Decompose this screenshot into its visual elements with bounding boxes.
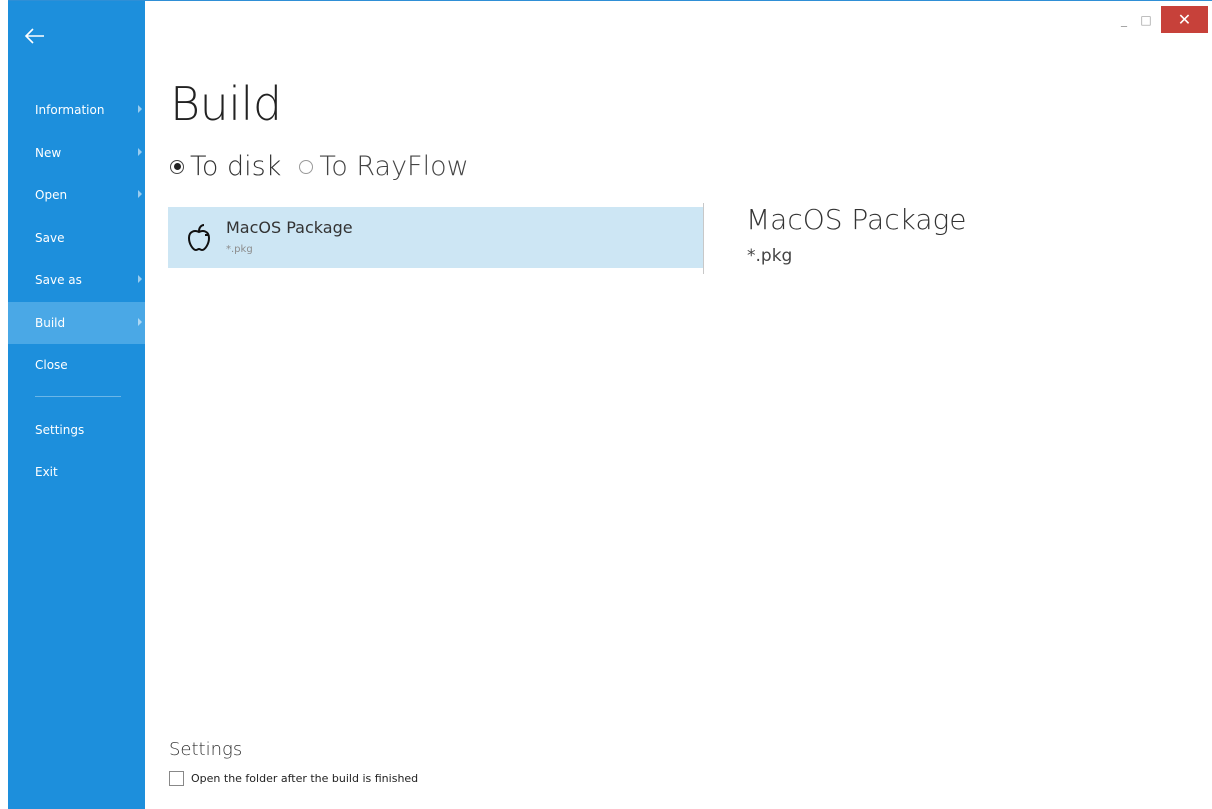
page-title: Build	[170, 77, 282, 131]
chevron-right-icon	[138, 190, 142, 198]
sidebar-item-save[interactable]: Save	[8, 217, 145, 260]
sidebar-item-build[interactable]: Build	[8, 301, 145, 344]
chevron-right-icon	[138, 147, 142, 156]
detail-extension: *.pkg	[747, 246, 793, 266]
settings-title: Settings	[169, 739, 243, 760]
radio-to-disk[interactable]: To disk	[170, 151, 281, 182]
radio-unselected-icon	[299, 159, 314, 174]
build-target-radio-group: To disk To RayFlow	[170, 151, 487, 182]
sidebar-divider	[35, 395, 121, 397]
sidebar-item-label: Settings	[35, 422, 85, 437]
sidebar-item-label: Save	[35, 230, 65, 245]
window-controls: _ □ ✕	[1113, 6, 1208, 33]
sidebar-item-label: Save as	[35, 273, 82, 287]
sidebar-item-close[interactable]: Close	[8, 344, 145, 387]
sidebar-item-label: New	[35, 145, 62, 160]
sidebar-item-settings[interactable]: Settings	[8, 409, 145, 452]
sidebar-item-new[interactable]: New	[8, 132, 145, 175]
back-arrow-icon[interactable]	[20, 21, 50, 51]
chevron-right-icon	[138, 275, 142, 283]
open-folder-checkbox-row[interactable]: Open the folder after the build is finis…	[169, 771, 418, 786]
radio-label: To disk	[190, 151, 282, 182]
package-extension: *.pkg	[226, 244, 253, 255]
detail-title: MacOS Package	[746, 203, 967, 236]
maximize-button[interactable]: □	[1135, 9, 1157, 31]
radio-selected-icon	[170, 159, 184, 174]
open-folder-checkbox[interactable]	[169, 771, 184, 786]
app-window: Information New Open Save Save as Build	[8, 0, 1212, 809]
open-folder-label: Open the folder after the build is finis…	[191, 772, 419, 785]
radio-to-rayflow[interactable]: To RayFlow	[299, 151, 469, 182]
sidebar-item-label: Open	[35, 188, 68, 202]
chevron-right-icon	[138, 105, 142, 113]
apple-icon	[186, 223, 212, 253]
sidebar-item-label: Exit	[35, 465, 58, 479]
sidebar-item-exit[interactable]: Exit	[8, 451, 145, 494]
list-item-macos-package[interactable]: MacOS Package *.pkg	[168, 207, 704, 268]
panel-divider	[703, 203, 704, 274]
sidebar-item-label: Information	[35, 103, 105, 117]
sidebar: Information New Open Save Save as Build	[8, 1, 145, 809]
sidebar-item-information[interactable]: Information	[8, 89, 145, 132]
radio-label: To RayFlow	[319, 151, 469, 182]
sidebar-item-save-as[interactable]: Save as	[8, 259, 145, 302]
close-button[interactable]: ✕	[1161, 6, 1208, 33]
sidebar-item-open[interactable]: Open	[8, 174, 145, 217]
sidebar-item-label: Build	[35, 315, 66, 330]
package-name: MacOS Package	[226, 218, 353, 237]
chevron-right-icon	[138, 317, 142, 326]
package-list: MacOS Package *.pkg	[168, 207, 704, 268]
minimize-button[interactable]: _	[1113, 9, 1135, 31]
sidebar-item-label: Close	[35, 358, 68, 372]
sidebar-nav: Information New Open Save Save as Build	[8, 89, 145, 494]
